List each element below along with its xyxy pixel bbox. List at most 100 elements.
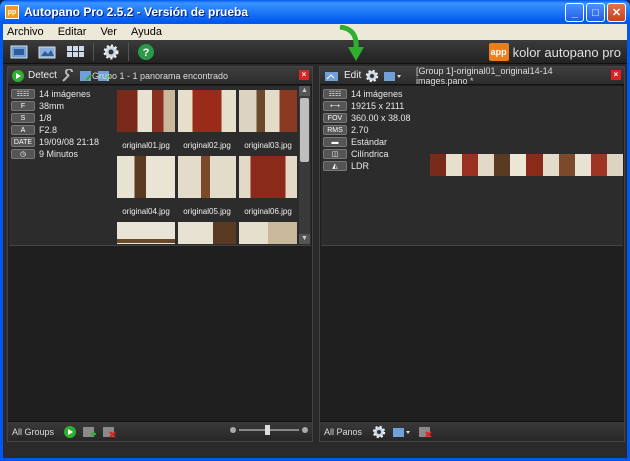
detect-button[interactable]: Detect [28,70,57,81]
import-folder-button[interactable] [37,42,59,62]
edit-pano-icon[interactable] [324,69,340,83]
thumbnail-caption: original05.jpg [183,207,231,216]
client-area: Archivo Editar Ver Ayuda ? app kolor aut… [3,24,627,458]
scroll-thumb[interactable] [300,98,309,162]
add-image-icon[interactable] [97,69,111,83]
green-arrow-icon [339,25,364,61]
fov-value: 360.00 x 38.08 [351,113,411,123]
all-groups-label: All Groups [12,426,55,437]
thumbnail[interactable]: original02.jpg [178,90,236,153]
app-window: pp Autopano Pro 2.5.2 - Versión de prueb… [0,0,630,461]
thumbnail-image [117,90,175,132]
info-row: ☷☷ 14 imágenes [11,88,115,100]
panorama-preview[interactable] [430,154,623,176]
info-row: F 38mm [11,100,115,112]
detect-play-icon[interactable] [12,69,24,82]
duration: 9 Minutos [39,149,79,159]
thumbnail[interactable] [178,222,236,244]
thumbnail[interactable]: original05.jpg [178,156,236,219]
group-info: ☷☷ 14 imágenes F 38mm S 1/8 A F2.8 DATE 19/09… [11,88,115,160]
gear-icon [103,44,119,59]
gear-icon[interactable] [372,425,386,439]
scroll-up-icon[interactable]: ▲ [299,86,310,96]
grid-detect-button[interactable] [65,42,87,62]
edit-group-icon[interactable] [79,69,93,83]
thumbnail[interactable] [239,222,297,244]
thumbnail-image [178,90,236,132]
gear-icon[interactable] [365,69,379,83]
blend-mode: Estándar [351,137,388,147]
zoom-track[interactable] [239,425,299,435]
thumbnail[interactable]: original06.jpg [239,156,297,219]
maximize-button[interactable]: □ [586,3,605,22]
pano-size: 19215 x 2111 [351,101,405,111]
info-row: RMS 2.70 [323,124,427,136]
wrench-icon[interactable] [61,68,75,83]
app-icon: pp [5,5,19,19]
groups-panel: Detect Grupo 1 - 1 panorama encontrado ×… [7,66,313,442]
dynamic-range: LDR [351,161,370,171]
thumbnail-image [239,156,297,198]
menu-ayuda[interactable]: Ayuda [131,26,162,38]
panos-footer: All Panos [320,421,624,441]
grid-icon [67,45,84,57]
thumbnail[interactable] [117,222,175,244]
render-all-dropdown-icon[interactable] [392,425,412,439]
date-value: 19/09/08 21:18 [39,137,100,147]
menu-ver[interactable]: Ver [100,26,117,38]
menu-archivo[interactable]: Archivo [7,26,44,38]
add-group-icon[interactable] [82,425,97,439]
render-dropdown-icon[interactable] [383,69,403,83]
svg-text:?: ? [143,47,150,59]
zoom-slider[interactable] [230,425,308,435]
close-pano-icon[interactable]: × [611,70,621,80]
zoom-in-icon[interactable] [302,427,308,433]
settings-button[interactable] [100,42,122,62]
brand-logo: app [488,43,509,61]
date-icon: DATE [11,137,35,147]
detect-all-icon[interactable] [64,425,77,438]
import-images-button[interactable] [9,42,31,62]
thumbnail-caption: original06.jpg [244,207,292,216]
thumbnail-image [117,156,175,198]
info-row: ☷☷ 14 imágenes [323,88,427,100]
scroll-down-icon[interactable]: ▼ [299,234,310,244]
aperture: F2.8 [39,125,58,135]
rms-icon: RMS [323,125,347,135]
groups-footer: All Groups [8,421,312,441]
thumbnail[interactable]: original04.jpg [117,156,175,219]
pano-area: ☷☷ 14 imágenes ⟷ 19215 x 2111 FOV 360.00 x … [321,86,623,246]
close-group-icon[interactable]: × [299,70,309,80]
zoom-knob[interactable] [265,425,270,435]
workspace: Detect Grupo 1 - 1 panorama encontrado ×… [3,64,627,458]
info-row: ◫ Cilíndrica [323,148,427,160]
images-count-icon: ☷☷ [323,89,347,99]
panos-panel: Edit [Group 1]-original01_original14-14 … [319,66,625,442]
remove-group-icon[interactable] [102,425,116,439]
edit-button[interactable]: Edit [344,70,361,81]
import-folder-icon [38,46,56,58]
thumbnail[interactable]: original03.jpg [239,90,297,153]
zoom-out-icon[interactable] [230,427,236,433]
projection-icon: ◫ [323,149,347,159]
projection: Cilíndrica [351,149,389,159]
group-header: Detect Grupo 1 - 1 panorama encontrado × [8,67,312,85]
focal-icon: F [11,101,35,111]
info-row: ◭ LDR [323,160,427,172]
minimize-button[interactable]: _ [565,3,584,22]
help-button[interactable]: ? [135,42,157,62]
window-title: Autopano Pro 2.5.2 - Versión de prueba [24,5,249,19]
title-bar[interactable]: pp Autopano Pro 2.5.2 - Versión de prueb… [0,0,630,24]
toolbar-separator [93,42,94,61]
close-button[interactable]: ✕ [607,3,626,22]
shutter-icon: S [11,113,35,123]
images-count-icon: ☷☷ [11,89,35,99]
remove-pano-icon[interactable] [418,425,432,439]
thumbnail-caption: original02.jpg [183,141,231,150]
info-row: S 1/8 [11,112,115,124]
menu-editar[interactable]: Editar [58,26,87,38]
aperture-icon: A [11,125,35,135]
info-row: ◷ 9 Minutos [11,148,115,160]
thumbnail-scrollbar[interactable]: ▲ ▼ [299,86,310,244]
thumbnail[interactable]: original01.jpg [117,90,175,153]
